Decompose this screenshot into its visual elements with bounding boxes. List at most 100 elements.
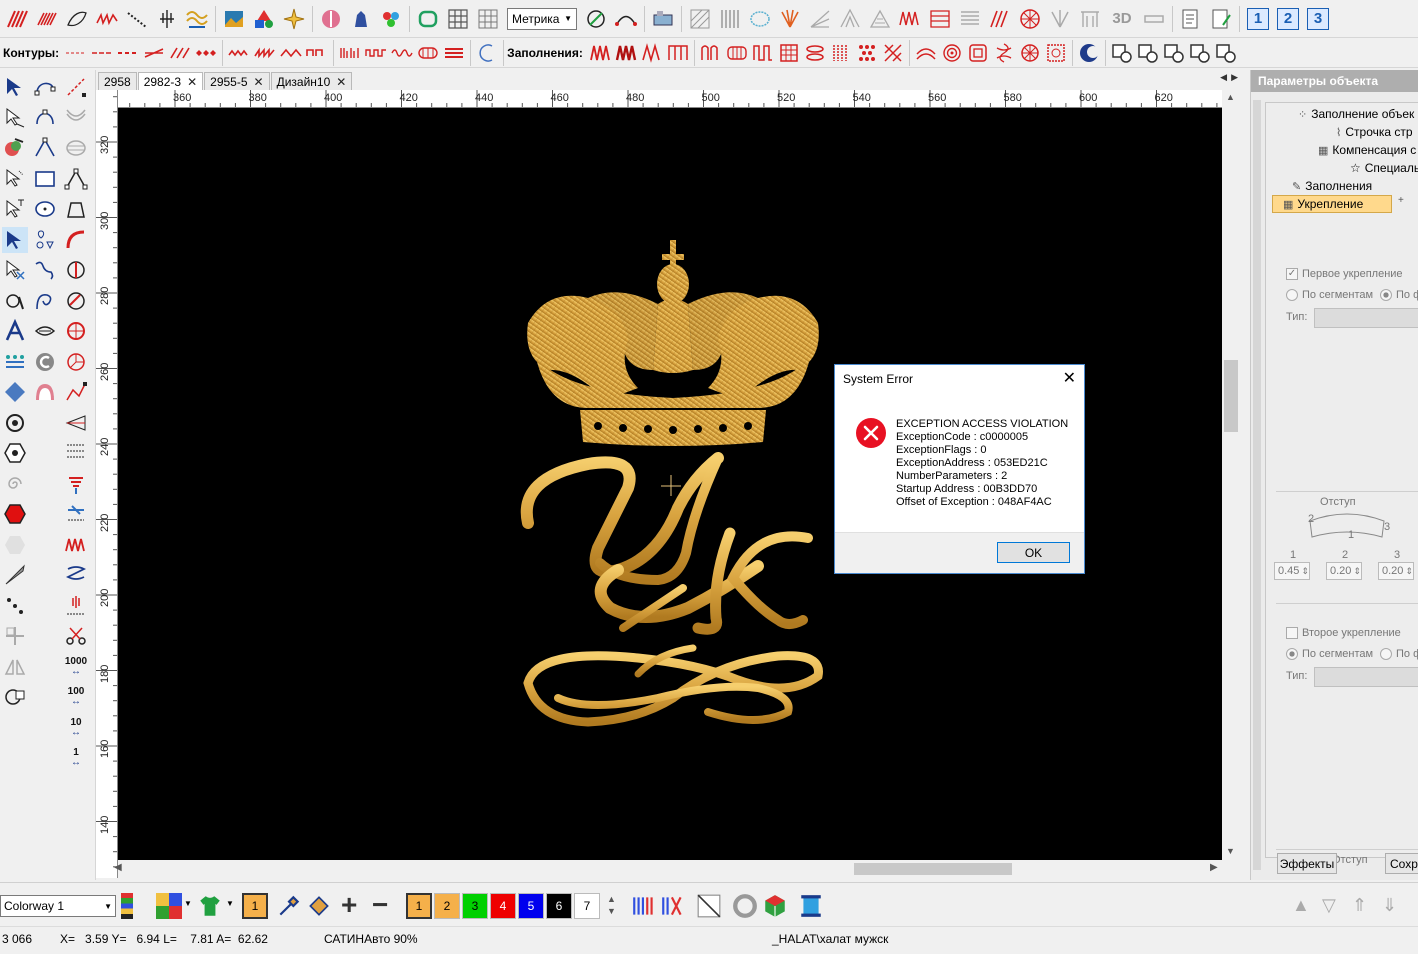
- starburst-icon[interactable]: [777, 6, 803, 32]
- fan-icon[interactable]: [1047, 6, 1073, 32]
- dotted-line-icon[interactable]: [124, 6, 150, 32]
- grid-ruler-icon[interactable]: [475, 6, 501, 32]
- contour-dash-icon[interactable]: [65, 42, 87, 64]
- tree-item-reinforcement[interactable]: ▦ Укрепление: [1272, 195, 1392, 213]
- fill-bucket-icon[interactable]: [306, 893, 332, 922]
- cube-icon[interactable]: [762, 893, 788, 922]
- satin-stitch-icon[interactable]: [4, 6, 30, 32]
- tree-item-special[interactable]: ☆ Специаль: [1350, 159, 1418, 177]
- bar-icon[interactable]: [1141, 6, 1167, 32]
- by-form-radio[interactable]: [1380, 289, 1392, 301]
- chevron-down-icon[interactable]: ▼: [184, 899, 192, 908]
- arc-measure-icon[interactable]: [613, 6, 639, 32]
- contour-beads-icon[interactable]: [195, 42, 217, 64]
- nav-up-icon[interactable]: ▲: [1292, 895, 1310, 916]
- tree-item-compensation[interactable]: ▦ Компенсация с: [1318, 141, 1416, 159]
- thread-swatch[interactable]: 1: [406, 893, 432, 919]
- node-square3-icon[interactable]: [1163, 42, 1185, 64]
- zigzag-stitch-icon[interactable]: [94, 6, 120, 32]
- arc-red-icon[interactable]: [63, 227, 89, 253]
- contour-square-icon[interactable]: [306, 42, 328, 64]
- thread-swatch[interactable]: 5: [518, 893, 544, 919]
- tree-item-fill-object[interactable]: ⁘ Заполнение объек: [1298, 105, 1414, 123]
- close-icon[interactable]: ✕: [336, 75, 346, 89]
- reshape-icon[interactable]: [2, 257, 28, 283]
- thread-swatch[interactable]: 3: [462, 893, 488, 919]
- radial-icon[interactable]: [1017, 6, 1043, 32]
- stitch-blue-icon[interactable]: [63, 501, 89, 527]
- indent-3-input[interactable]: 0.20 ⇕: [1378, 562, 1414, 580]
- swatch-scroll-icon[interactable]: ▲ ▼: [607, 893, 616, 917]
- curve-icon[interactable]: [32, 105, 58, 131]
- node-square4-icon[interactable]: [1189, 42, 1211, 64]
- zigzag-tool-icon[interactable]: [63, 532, 89, 558]
- hexagon-icon[interactable]: [2, 440, 28, 466]
- fill-meander-icon[interactable]: [752, 42, 774, 64]
- columns-icon[interactable]: [717, 6, 743, 32]
- node-square2-icon[interactable]: [1137, 42, 1159, 64]
- close-icon[interactable]: ✕: [187, 75, 197, 89]
- contour-saw-icon[interactable]: [254, 42, 276, 64]
- list-edit-icon[interactable]: [1208, 6, 1234, 32]
- mirror-icon[interactable]: [2, 654, 28, 680]
- fill-rings-icon[interactable]: [804, 42, 826, 64]
- tab-scroll-arrows-icon[interactable]: ◀▶: [1220, 72, 1242, 83]
- step-1000-button[interactable]: 1000 ↔: [65, 654, 87, 680]
- color-select-icon[interactable]: [2, 135, 28, 161]
- zigzag-red-icon[interactable]: [897, 6, 923, 32]
- contour-chain-icon[interactable]: [365, 42, 387, 64]
- scroll-down-icon[interactable]: ▼: [1226, 846, 1235, 856]
- figure-icon[interactable]: [348, 6, 374, 32]
- group-icon[interactable]: [2, 684, 28, 710]
- mesh-icon[interactable]: [747, 6, 773, 32]
- fill-dotlines-icon[interactable]: [830, 42, 852, 64]
- spiral-icon[interactable]: [2, 471, 28, 497]
- eyedropper-icon[interactable]: [276, 893, 302, 922]
- select-arrow-icon[interactable]: [2, 74, 28, 100]
- applique-icon[interactable]: [318, 6, 344, 32]
- tab-2982-3[interactable]: 2982-3 ✕: [137, 72, 204, 90]
- align-icon[interactable]: [63, 440, 89, 466]
- fill-chain-icon[interactable]: [726, 42, 748, 64]
- by-form-radio[interactable]: [1380, 648, 1392, 660]
- fill-zigzag2-icon[interactable]: [615, 42, 637, 64]
- knife-icon[interactable]: [2, 562, 28, 588]
- nav-down-icon[interactable]: ▽: [1322, 895, 1336, 916]
- fill-dots-icon[interactable]: [856, 42, 878, 64]
- spinner-icon[interactable]: ⇕: [1301, 566, 1309, 577]
- step-1-button[interactable]: 1 ↔: [71, 745, 81, 771]
- blue-stitch2-icon[interactable]: [63, 562, 89, 588]
- relief-icon[interactable]: [1077, 6, 1103, 32]
- fill-arcs-icon[interactable]: [915, 42, 937, 64]
- diagonal-red-icon[interactable]: [987, 6, 1013, 32]
- shirt-icon[interactable]: [197, 893, 223, 922]
- thread-swatch[interactable]: 6: [546, 893, 572, 919]
- fill-m-icon[interactable]: [641, 42, 663, 64]
- circle-c-icon[interactable]: [32, 349, 58, 375]
- indent-1-input[interactable]: 0.45 ⇕: [1274, 562, 1310, 580]
- first-form-row[interactable]: По ф: [1380, 286, 1418, 304]
- by-segments-radio[interactable]: [1286, 289, 1298, 301]
- monogram-icon[interactable]: [2, 349, 28, 375]
- ring-icon[interactable]: [732, 893, 758, 922]
- circle-stitch-icon[interactable]: [2, 410, 28, 436]
- shape-icon[interactable]: [64, 6, 90, 32]
- panel-scroll-bar[interactable]: [1253, 100, 1261, 870]
- machine-icon[interactable]: [650, 6, 676, 32]
- select-node-icon[interactable]: [2, 105, 28, 131]
- triangle-arrow-icon[interactable]: [63, 410, 89, 436]
- fill-zigzag-icon[interactable]: [589, 42, 611, 64]
- spiral-curve-icon[interactable]: [32, 288, 58, 314]
- contour-arc-icon[interactable]: [476, 42, 498, 64]
- units-select[interactable]: Метрика ▼: [507, 7, 577, 30]
- contour-oval-icon[interactable]: [417, 42, 439, 64]
- triangle-fill-icon[interactable]: [867, 6, 893, 32]
- fill-frame-icon[interactable]: [967, 42, 989, 64]
- arc-tool-icon[interactable]: [63, 105, 89, 131]
- tab-2958[interactable]: 2958: [98, 72, 137, 90]
- second-reinforce-row[interactable]: Второе укрепление: [1286, 624, 1401, 642]
- fill-spiral-icon[interactable]: [941, 42, 963, 64]
- pink-fill-icon[interactable]: [32, 379, 58, 405]
- fill-flower-icon[interactable]: [1019, 42, 1041, 64]
- color-grid-icon[interactable]: [156, 893, 182, 919]
